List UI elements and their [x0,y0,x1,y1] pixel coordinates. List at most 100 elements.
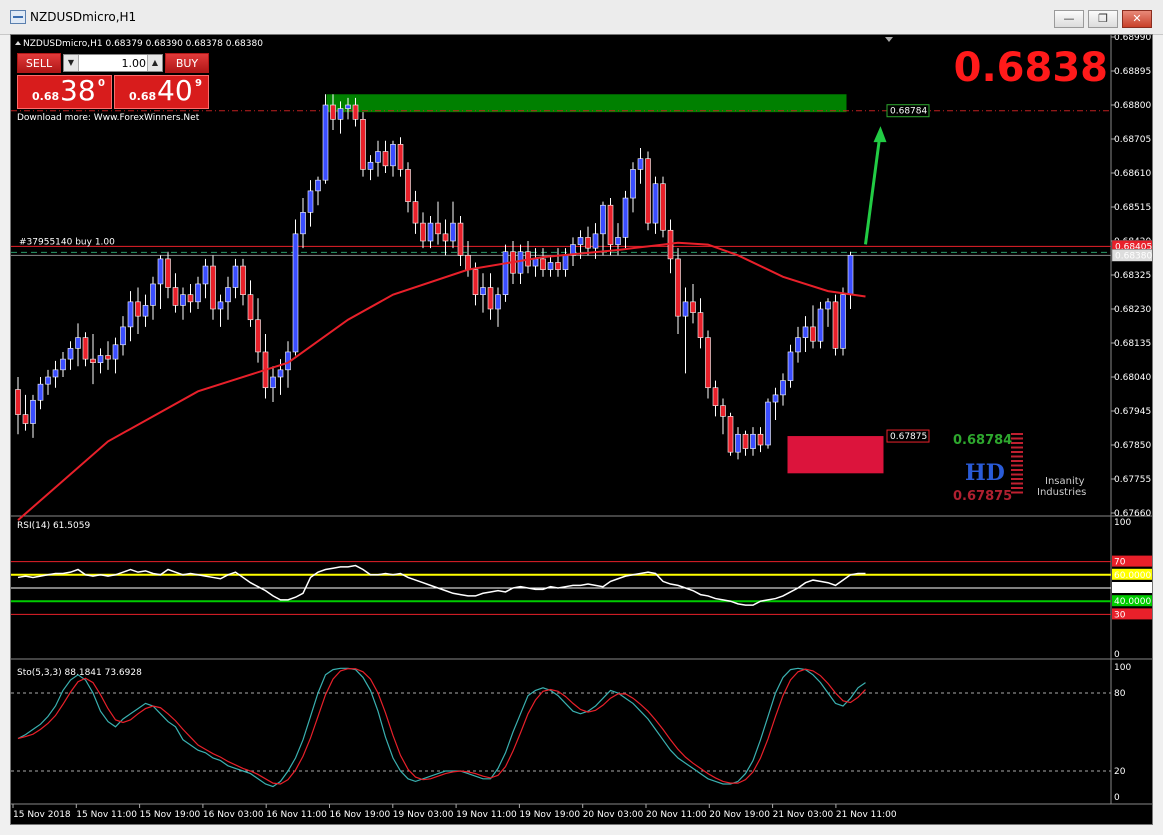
candle-body [705,337,711,389]
candle-body [427,222,434,242]
legend-bar [1011,433,1023,435]
candle-body [300,212,306,235]
candle-body [375,151,381,163]
candle-body [195,283,201,303]
candle-body [697,312,704,338]
price-tick-label: 0.68515 [1114,203,1151,213]
candle-body [765,401,771,446]
candle-body [232,265,239,288]
candle-body [15,389,21,415]
big-price-display: 0.6838 [953,45,1108,91]
time-axis-label: 16 Nov 19:00 [330,810,391,820]
price-tick-label: 0.68040 [1114,373,1151,383]
candle-body [577,237,584,245]
candle-body [480,287,486,295]
candle-body [172,287,179,306]
legend-bar [1011,446,1023,449]
price-tick-label: 0.68230 [1114,305,1151,315]
candle-body [150,283,156,306]
rsi-axis-label: 60.0000 [1114,571,1151,581]
header-triangle-icon [15,41,21,45]
moving-average-line [17,241,866,521]
candle-body [817,308,824,342]
minimize-button[interactable]: — [1054,10,1084,28]
time-axis-label: 15 Nov 2018 [13,810,71,820]
candle-body [532,258,539,267]
close-button[interactable]: ✕ [1122,10,1152,28]
stochastic-panel: Sto(5,3,3) 88.1841 73.6928 10080200 [11,663,1131,803]
candle-body [90,358,96,363]
lot-increase-icon[interactable]: ▲ [147,55,162,71]
candle-body [405,169,411,202]
candle-body [157,258,164,285]
candle-body [60,358,66,371]
candle-body [37,383,44,401]
price-panel: NZDUSDmicro,H1 0.68379 0.68390 0.68378 0… [11,35,1152,805]
candle-body [202,265,209,285]
candle-body [105,355,111,360]
candle-body [270,376,276,389]
stochastic-axis-label: 80 [1114,689,1126,699]
candle-body [307,190,314,213]
chart-canvas[interactable]: NZDUSDmicro,H1 0.68379 0.68390 0.68378 0… [11,35,1152,824]
candle-body [735,433,741,453]
candle-body [247,294,254,321]
candle-body [127,301,134,328]
restore-button[interactable]: ❐ [1088,10,1118,28]
time-axis-label: 20 Nov 11:00 [646,810,707,820]
time-axis-label: 19 Nov 03:00 [393,810,454,820]
candle-body [585,237,591,249]
time-axis-label: 16 Nov 11:00 [266,810,327,820]
candle-body [487,287,494,310]
time-axis-label: 15 Nov 11:00 [76,810,137,820]
title-bar[interactable]: NZDUSDmicro,H1 — ❐ ✕ [0,0,1163,35]
candle-body [637,158,644,170]
buy-button[interactable]: BUY [165,53,209,73]
candle-body [75,337,81,349]
time-axis-label: 20 Nov 19:00 [709,810,770,820]
candle-body [255,319,261,353]
candle-body [825,301,831,310]
price-tick-label: 0.68705 [1114,135,1151,145]
buy-quote-prefix: 0.68 [129,90,157,103]
legend-bar [1011,451,1023,453]
sell-price-quote[interactable]: 0.68 38 0 [17,74,112,109]
price-tick-label: 0.67850 [1114,441,1151,451]
candle-body [367,161,374,170]
legend-bar [1011,460,1023,462]
candle-body [352,104,359,120]
candle-body [435,222,441,235]
candle-body [622,197,629,238]
target-zone [326,94,847,113]
lot-decrease-icon[interactable]: ▼ [64,55,79,71]
terminal-window: NZDUSDmicro,H1 — ❐ ✕ NZDUSDmicro,H1 0.68… [0,0,1163,835]
legend-bar [1011,469,1023,471]
stop-price-tag: 0.67875 [890,432,927,442]
candle-body [397,144,404,170]
legend-bar [1011,455,1023,458]
candle-body [337,108,344,120]
candle-body [457,222,464,256]
order-line-label: #37955140 buy 1.00 [19,237,115,247]
buy-price-quote[interactable]: 0.68 40 9 [114,74,209,109]
candle-body [540,258,546,270]
lot-size-control: ▼ ▲ [63,54,163,72]
lot-size-input[interactable] [80,55,146,71]
chart-area[interactable]: NZDUSDmicro,H1 0.68379 0.68390 0.68378 0… [10,34,1153,825]
time-axis-label: 19 Nov 11:00 [456,810,517,820]
rsi-panel: RSI(14) 61.5059 100 70 60.0000 50.0000 40.000… [11,518,1152,660]
stochastic-axis-label: 0 [1114,793,1120,803]
candle-body [802,326,809,338]
candle-body [720,405,726,417]
candle-body [712,387,719,406]
sell-quote-fraction: 0 [98,78,105,89]
candle-body [420,222,426,242]
sell-button[interactable]: SELL [17,53,61,73]
candle-body [690,301,696,313]
candle-body [472,269,479,295]
candle-body [112,344,119,360]
legend-bar [1011,464,1023,467]
price-tick-label: 0.68325 [1114,271,1151,281]
candle-body [757,433,764,446]
target-price-tag: 0.68784 [890,107,927,117]
